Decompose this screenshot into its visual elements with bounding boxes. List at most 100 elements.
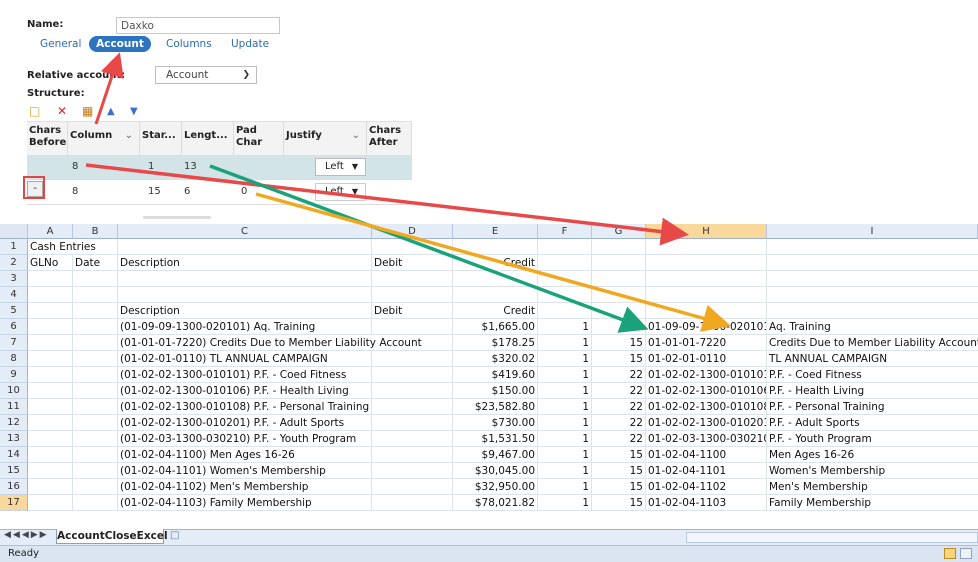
cell-g17[interactable]: 15 <box>592 495 646 511</box>
cell-g14[interactable]: 15 <box>592 447 646 463</box>
cell-a12[interactable] <box>28 415 73 431</box>
new-sheet-icon[interactable]: □ <box>170 530 179 541</box>
cell-a11[interactable] <box>28 399 73 415</box>
cell-b7[interactable] <box>73 335 118 351</box>
cell-c15[interactable]: (01-02-04-1101) Women's Membership <box>118 463 372 479</box>
cell-e17[interactable]: $78,021.82 <box>453 495 538 511</box>
cell-f1[interactable] <box>538 239 592 255</box>
row-header[interactable]: 3 <box>0 271 28 287</box>
cell-c14[interactable]: (01-02-04-1100) Men Ages 16-26 <box>118 447 372 463</box>
cell-f17[interactable]: 1 <box>538 495 592 511</box>
cell-e16[interactable]: $32,950.00 <box>453 479 538 495</box>
cell-b16[interactable] <box>73 479 118 495</box>
cell-e11[interactable]: $23,582.80 <box>453 399 538 415</box>
row-header[interactable]: 14 <box>0 447 28 463</box>
row-header[interactable]: 2 <box>0 255 28 271</box>
row-header[interactable]: 12 <box>0 415 28 431</box>
cell-f3[interactable] <box>538 271 592 287</box>
select-all-corner[interactable] <box>0 224 28 239</box>
row-header[interactable]: 15 <box>0 463 28 479</box>
cell-d3[interactable] <box>372 271 453 287</box>
column-header-e[interactable]: E <box>453 224 538 239</box>
cell-c17[interactable]: (01-02-04-1103) Family Membership <box>118 495 372 511</box>
cell-h5[interactable] <box>646 303 767 319</box>
cell-c7[interactable]: (01-01-01-7220) Credits Due to Member Li… <box>118 335 422 351</box>
cell-b5[interactable] <box>73 303 118 319</box>
cell-b17[interactable] <box>73 495 118 511</box>
cell-h11[interactable]: 01-02-02-1300-010108 <box>646 399 767 415</box>
tab-general[interactable]: General <box>40 38 81 50</box>
cell-i15[interactable]: Women's Membership <box>767 463 978 479</box>
cell-b2[interactable]: Date <box>73 255 118 271</box>
cell-f6[interactable]: 1 <box>538 319 592 335</box>
cell-a1[interactable]: Cash Entries <box>28 239 96 255</box>
cell-b15[interactable] <box>73 463 118 479</box>
header-justify[interactable]: Justify ⌄ <box>284 122 367 155</box>
cell-b8[interactable] <box>73 351 118 367</box>
justify-select[interactable]: Left ▼ <box>315 158 366 176</box>
cell-h17[interactable]: 01-02-04-1103 <box>646 495 767 511</box>
cell-e9[interactable]: $419.60 <box>453 367 538 383</box>
cell-f11[interactable]: 1 <box>538 399 592 415</box>
cell-b3[interactable] <box>73 271 118 287</box>
cell-a8[interactable] <box>28 351 73 367</box>
header-pad-char[interactable]: Pad Char <box>234 122 284 155</box>
cell-e14[interactable]: $9,467.00 <box>453 447 538 463</box>
grid-scrollbar[interactable] <box>143 216 211 219</box>
cell-a3[interactable] <box>28 271 73 287</box>
row-header[interactable]: 16 <box>0 479 28 495</box>
cell-a15[interactable] <box>28 463 73 479</box>
cell-i13[interactable]: P.F. - Youth Program <box>767 431 978 447</box>
row-header[interactable]: 5 <box>0 303 28 319</box>
cell-e2[interactable]: Credit <box>453 255 538 271</box>
cell-g4[interactable] <box>592 287 646 303</box>
column-header-d[interactable]: D <box>372 224 453 239</box>
cell-c9[interactable]: (01-02-02-1300-010101) P.F. - Coed Fitne… <box>118 367 372 383</box>
row-header[interactable]: 7 <box>0 335 28 351</box>
column-header-f[interactable]: F <box>538 224 592 239</box>
cell-pad-char[interactable]: 0 <box>241 180 247 204</box>
cell-h2[interactable] <box>646 255 767 271</box>
copy-icon[interactable]: ▦ <box>82 105 93 117</box>
tab-columns[interactable]: Columns <box>166 38 212 50</box>
cell-h10[interactable]: 01-02-02-1300-010106 <box>646 383 767 399</box>
cell-i3[interactable] <box>767 271 978 287</box>
cell-c10[interactable]: (01-02-02-1300-010106) P.F. - Health Liv… <box>118 383 372 399</box>
cell-f14[interactable]: 1 <box>538 447 592 463</box>
cell-b9[interactable] <box>73 367 118 383</box>
cell-e7[interactable]: $178.25 <box>453 335 538 351</box>
cell-g5[interactable] <box>592 303 646 319</box>
cell-b1[interactable] <box>73 239 118 255</box>
cell-e12[interactable]: $730.00 <box>453 415 538 431</box>
header-length[interactable]: Lengt... <box>182 122 234 155</box>
cell-e4[interactable] <box>453 287 538 303</box>
new-row-icon[interactable]: □ <box>29 105 40 117</box>
cell-e10[interactable]: $150.00 <box>453 383 538 399</box>
cell-d6[interactable] <box>372 319 453 335</box>
column-header-a[interactable]: A <box>28 224 73 239</box>
cell-d15[interactable] <box>372 463 453 479</box>
cell-b10[interactable] <box>73 383 118 399</box>
cell-h4[interactable] <box>646 287 767 303</box>
cell-f9[interactable]: 1 <box>538 367 592 383</box>
cell-g3[interactable] <box>592 271 646 287</box>
cell-a17[interactable] <box>28 495 73 511</box>
column-header-c[interactable]: C <box>118 224 372 239</box>
cell-h9[interactable]: 01-02-02-1300-010101 <box>646 367 767 383</box>
cell-g12[interactable]: 22 <box>592 415 646 431</box>
column-header-b[interactable]: B <box>73 224 118 239</box>
cell-f10[interactable]: 1 <box>538 383 592 399</box>
cell-a14[interactable] <box>28 447 73 463</box>
cell-b6[interactable] <box>73 319 118 335</box>
cell-g7[interactable]: 15 <box>592 335 646 351</box>
cell-a4[interactable] <box>28 287 73 303</box>
row-header[interactable]: 10 <box>0 383 28 399</box>
cell-i1[interactable] <box>767 239 978 255</box>
cell-d12[interactable] <box>372 415 453 431</box>
cell-a7[interactable] <box>28 335 73 351</box>
move-down-icon[interactable]: ▼ <box>130 106 138 118</box>
cell-h13[interactable]: 01-02-03-1300-030210 <box>646 431 767 447</box>
cell-g15[interactable]: 15 <box>592 463 646 479</box>
cell-g10[interactable]: 22 <box>592 383 646 399</box>
cell-length[interactable]: 13 <box>184 155 197 179</box>
